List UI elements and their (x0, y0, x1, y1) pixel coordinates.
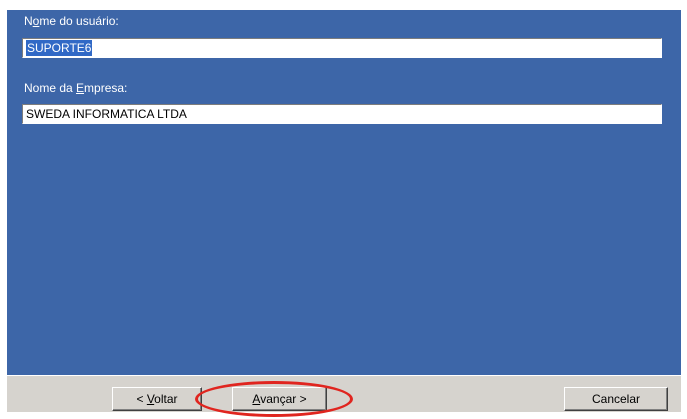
user-name-value: SUPORTE6 (24, 39, 94, 57)
back-button-prefix: < (136, 392, 147, 406)
cancel-button-label: Cancelar (591, 392, 641, 406)
next-button-label: vançar > (260, 392, 307, 406)
user-name-label: Nome do usuário: (24, 14, 119, 28)
user-name-label-text-rest: me do usuário: (39, 14, 119, 28)
back-button[interactable]: < Voltar (112, 387, 202, 411)
form-panel: Nome do usuário: SUPORTE6 Nome da Empres… (7, 10, 681, 375)
next-button[interactable]: Avançar > (232, 387, 327, 411)
company-name-value: SWEDA INFORMATICA LTDA (26, 107, 187, 121)
company-name-label: Nome da Empresa: (24, 81, 127, 95)
company-name-input[interactable]: SWEDA INFORMATICA LTDA (22, 104, 662, 124)
cancel-button[interactable]: Cancelar (564, 387, 668, 411)
user-name-label-text: N (24, 14, 33, 28)
company-name-label-accelerator: E (76, 81, 85, 95)
button-bar: < Voltar Avançar > Cancelar (7, 375, 681, 412)
user-name-input[interactable]: SUPORTE6 (22, 38, 662, 58)
company-name-label-text-rest: mpresa: (84, 81, 128, 95)
company-name-label-text: Nome da (24, 81, 77, 95)
back-button-label: oltar (154, 392, 178, 406)
wizard-window: Nome do usuário: SUPORTE6 Nome da Empres… (0, 0, 687, 419)
